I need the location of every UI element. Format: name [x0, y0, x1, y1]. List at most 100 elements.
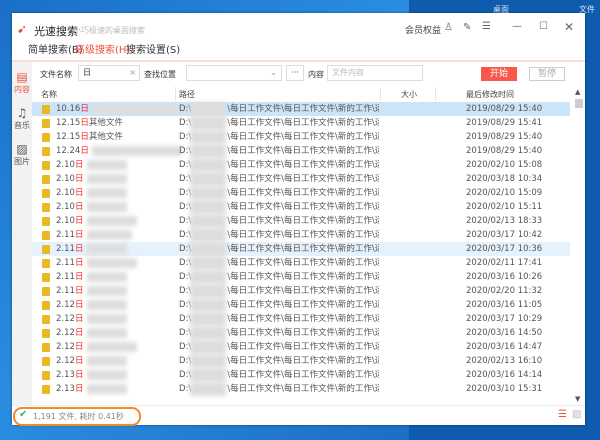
match-highlight: 日: [80, 104, 89, 114]
check-icon: ✔: [19, 409, 28, 420]
table-row[interactable]: 2.12日 D:\\每日工作文件\每日工作文件\新的工作\运营各类模 2020/…: [32, 298, 570, 312]
match-highlight: 日: [74, 328, 84, 338]
modified-date: 2020/03/16 14:14: [466, 370, 543, 380]
match-highlight: 日: [74, 216, 84, 226]
scrollbar[interactable]: ▲ ▼: [574, 87, 584, 405]
tab-search-settings[interactable]: 搜索设置(S): [126, 41, 180, 56]
table-row[interactable]: 12.15日其他文件 D:\\每日工作文件\每日工作文件\新的工作\运营各类模 …: [32, 116, 570, 130]
divider: [12, 60, 585, 62]
member-link[interactable]: 会员权益: [405, 23, 441, 36]
redacted-name: [92, 146, 182, 156]
table-row[interactable]: 10.16日 D:\\每日工作文件\每日工作文件\新的工作\运营各类模 2019…: [32, 102, 570, 116]
sidebar-item-images[interactable]: ▨ 图片: [12, 142, 32, 167]
file-name: 2.12日: [56, 340, 83, 354]
table-row[interactable]: 2.10日 D:\\每日工作文件\每日工作文件\新的工作\运营各类模 2020/…: [32, 158, 570, 172]
app-slogan: 小巧极速的桌面搜索: [73, 26, 145, 35]
table-row[interactable]: 12.15日其他文件 D:\\每日工作文件\每日工作文件\新的工作\运营各类模 …: [32, 130, 570, 144]
sidebar-item-label: 内容: [14, 85, 30, 94]
redacted-path: [190, 242, 226, 256]
clear-icon[interactable]: ×: [129, 66, 136, 80]
name-prefix: 2.11: [56, 244, 75, 254]
match-highlight: 日: [74, 272, 84, 282]
column-header-path[interactable]: 路径: [179, 89, 195, 100]
redacted-path: [190, 186, 226, 200]
table-row[interactable]: 2.10日 D:\\每日工作文件\每日工作文件\新的工作\运营各类模 2020/…: [32, 172, 570, 186]
table-row[interactable]: 2.12日 D:\\每日工作文件\每日工作文件\新的工作\运营各类模 2020/…: [32, 312, 570, 326]
minimize-icon[interactable]: —: [512, 21, 522, 32]
table-row[interactable]: 2.13日 D:\\每日工作文件\每日工作文件\新的工作\运营各类模 2020/…: [32, 368, 570, 382]
list-view-icon[interactable]: ☰: [558, 409, 567, 420]
name-prefix: 2.10: [56, 174, 75, 184]
table-row[interactable]: 2.10日 D:\\每日工作文件\每日工作文件\新的工作\运营各类模 2020/…: [32, 186, 570, 200]
path-suffix: \每日工作文件\每日工作文件\新的工作\运营各类模: [227, 286, 379, 296]
match-highlight: 日: [74, 314, 84, 324]
match-highlight: 日: [74, 258, 84, 268]
redacted-name: [87, 188, 127, 198]
sidebar-item-content[interactable]: ▤ 内容: [12, 70, 32, 95]
table-row[interactable]: 2.12日 D:\\每日工作文件\每日工作文件\新的工作\运营各类模 2020/…: [32, 326, 570, 340]
match-highlight: 日: [74, 300, 84, 310]
name-prefix: 2.10: [56, 188, 75, 198]
location-select[interactable]: ⌄: [186, 65, 282, 81]
match-highlight: 日: [74, 342, 84, 352]
table-row[interactable]: 2.10日 D:\\每日工作文件\每日工作文件\新的工作\运营各类模 2020/…: [32, 214, 570, 228]
filename-input[interactable]: 日 ×: [78, 65, 140, 81]
name-rest: 其他文件: [88, 118, 123, 128]
start-button[interactable]: 开始: [481, 67, 517, 81]
table-row[interactable]: 2.13日 D:\\每日工作文件\每日工作文件\新的工作\运营各类模 2020/…: [32, 382, 570, 396]
folder-icon: [42, 161, 50, 170]
table-row[interactable]: 2.12日 D:\\每日工作文件\每日工作文件\新的工作\运营各类模 2020/…: [32, 340, 570, 354]
column-header-name[interactable]: 名称: [41, 89, 57, 100]
table-row[interactable]: 2.11日 D:\\每日工作文件\每日工作文件\新的工作\运营各类模 2020/…: [32, 228, 570, 242]
maximize-icon[interactable]: ☐: [539, 21, 548, 32]
pause-button[interactable]: 暂停: [529, 67, 565, 81]
scroll-thumb[interactable]: [575, 99, 583, 108]
path-suffix: \每日工作文件\每日工作文件\新的工作\运营各类模: [227, 132, 379, 142]
table-row[interactable]: 2.11日 D:\\每日工作文件\每日工作文件\新的工作\运营各类模 2020/…: [32, 242, 570, 256]
table-row[interactable]: 2.11日 D:\\每日工作文件\每日工作文件\新的工作\运营各类模 2020/…: [32, 284, 570, 298]
path-suffix: \每日工作文件\每日工作文件\新的工作\运营各类模: [227, 258, 379, 268]
table-row[interactable]: 2.11日 D:\\每日工作文件\每日工作文件\新的工作\运营各类模 2020/…: [32, 270, 570, 284]
file-name: 12.15日其他文件: [56, 130, 123, 144]
match-highlight: 日: [74, 356, 84, 366]
redacted-path: [190, 284, 226, 298]
content-input[interactable]: 文件内容: [327, 65, 423, 81]
folder-icon: [42, 133, 50, 142]
name-prefix: 2.13: [56, 384, 75, 394]
column-divider[interactable]: [435, 87, 436, 101]
file-name: 2.10日: [56, 186, 83, 200]
name-prefix: 2.10: [56, 160, 75, 170]
tab-advanced-search[interactable]: 高级搜索(H): [75, 41, 130, 56]
file-name: 2.11日: [56, 270, 83, 284]
table-row[interactable]: 2.12日 D:\\每日工作文件\每日工作文件\新的工作\运营各类模 2020/…: [32, 354, 570, 368]
path-suffix: \每日工作文件\每日工作文件\新的工作\运营各类模: [227, 272, 379, 282]
modified-date: 2020/02/10 15:09: [466, 188, 543, 198]
browse-button[interactable]: ···: [286, 65, 304, 81]
column-header-modified[interactable]: 最后修改时间: [466, 89, 514, 100]
close-icon[interactable]: ✕: [564, 20, 574, 34]
scroll-up-icon[interactable]: ▲: [575, 88, 580, 96]
sidebar-item-music[interactable]: ♫ 音乐: [12, 106, 32, 131]
folder-icon: [42, 105, 50, 114]
table-row[interactable]: 2.11日 D:\\每日工作文件\每日工作文件\新的工作\运营各类模 2020/…: [32, 256, 570, 270]
redacted-path: [190, 382, 226, 396]
edit-icon[interactable]: ✎: [463, 22, 471, 33]
scroll-down-icon[interactable]: ▼: [575, 395, 580, 403]
modified-date: 2019/08/29 15:40: [466, 146, 543, 156]
file-name: 2.10日: [56, 172, 83, 186]
user-icon[interactable]: ♙: [444, 22, 453, 33]
redacted-name: [87, 258, 137, 268]
redacted-name: [87, 356, 127, 366]
filename-label: 文件名称: [40, 70, 72, 79]
file-name: 12.15日其他文件: [56, 116, 123, 130]
path-suffix: \每日工作文件\每日工作文件\新的工作\运营各类模: [227, 174, 379, 184]
table-row[interactable]: 12.24日 D:\\每日工作文件\每日工作文件\新的工作\运营各类模 2019…: [32, 144, 570, 158]
file-name: 10.16日: [56, 102, 89, 116]
column-header-size[interactable]: 大小: [401, 89, 417, 100]
column-divider[interactable]: [380, 87, 381, 101]
path-suffix: \每日工作文件\每日工作文件\新的工作\运营各类模: [227, 314, 379, 324]
table-row[interactable]: 2.10日 D:\\每日工作文件\每日工作文件\新的工作\运营各类模 2020/…: [32, 200, 570, 214]
column-divider[interactable]: [175, 87, 176, 101]
thumbnail-view-icon[interactable]: ▨: [572, 409, 581, 420]
menu-icon[interactable]: ☰: [482, 21, 491, 32]
